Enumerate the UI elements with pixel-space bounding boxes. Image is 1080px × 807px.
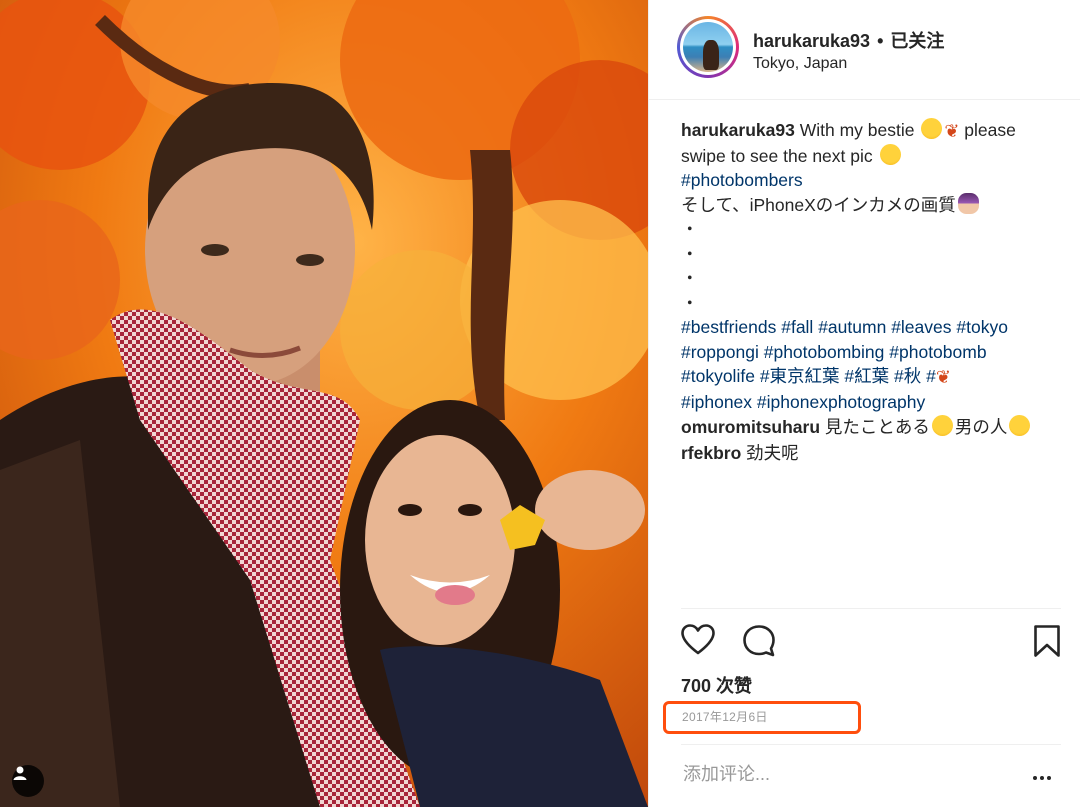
hashtag-link[interactable]: #tokyolife	[681, 366, 755, 386]
comment-text: 男の人	[954, 417, 1008, 437]
post-details-panel: harukaruka93 • 已关注 Tokyo, Japan harukaru…	[648, 0, 1080, 807]
caption-line-2: swipe to see the next pic	[681, 143, 1071, 169]
caption-line-3: #photobombers	[681, 168, 1071, 193]
comment-item: omuromitsuharu 見たことある 男の人	[681, 415, 1071, 440]
hashtags-line-2: #roppongi #photobombing #photobomb	[681, 340, 1071, 365]
hashtag-link[interactable]: #東京紅葉	[760, 366, 840, 386]
star-struck-emoji-icon	[921, 118, 943, 139]
separator-dot: •	[877, 31, 884, 51]
rofl-emoji-icon	[931, 415, 953, 436]
hashtag-link[interactable]: #iphonexphotography	[757, 392, 925, 412]
hashtags-line-4: #iphonex #iphonexphotography	[681, 390, 1071, 415]
header-user-line: harukaruka93 • 已关注	[753, 27, 944, 53]
bookmark-icon[interactable]	[1033, 624, 1061, 663]
comments-list: harukaruka93 With my bestie ❦ please swi…	[681, 118, 1071, 465]
caption-text-4: そして、iPhoneXのインカメの画質	[681, 194, 956, 215]
caption-username[interactable]: harukaruka93	[681, 120, 795, 140]
hashtag-link[interactable]: #bestfriends	[681, 317, 776, 337]
caption-dot: ・	[681, 219, 699, 239]
hashtag-link[interactable]: #紅葉	[844, 366, 889, 386]
hashtag-link[interactable]: #leaves	[891, 317, 951, 337]
comment-text: 劲夫呢	[746, 442, 799, 463]
action-bar	[681, 624, 1061, 660]
caption-line-1: harukaruka93 With my bestie ❦ please	[681, 118, 1071, 144]
hashtags-line-3: #tokyolife #東京紅葉 #紅葉 #秋 #❦	[681, 364, 1071, 390]
hashtag-link[interactable]: #秋	[894, 366, 921, 386]
photo-illustration	[0, 0, 648, 807]
caption-dot: ・	[681, 243, 699, 264]
caption-line-4: そして、iPhoneXのインカメの画質	[681, 192, 1071, 218]
comment-username[interactable]: rfekbro	[681, 443, 741, 463]
maple-leaf-icon: ❦	[935, 367, 951, 387]
heart-icon[interactable]	[681, 624, 715, 661]
avatar[interactable]	[677, 16, 739, 78]
comment-item: rfekbro 劲夫呢	[681, 441, 1071, 466]
hashtag-link[interactable]: #photobomb	[889, 342, 986, 362]
maple-leaf-icon: ❦	[944, 121, 960, 141]
rofl-emoji-icon	[879, 143, 901, 165]
header-username[interactable]: harukaruka93	[753, 31, 870, 51]
divider	[681, 608, 1061, 609]
comment-bubble-icon[interactable]	[742, 624, 776, 663]
hashtags-line-1: #bestfriends #fall #autumn #leaves #toky…	[681, 315, 1071, 340]
hashtag-link[interactable]: #photobombing	[764, 342, 885, 362]
comment-username[interactable]: omuromitsuharu	[681, 417, 820, 437]
hashtag-link[interactable]: #tokyo	[956, 317, 1008, 337]
caption-dot: ・	[681, 292, 699, 313]
comment-text: 見たことある	[824, 417, 930, 437]
follow-status-button[interactable]: 已关注	[890, 31, 944, 51]
hashtag-link[interactable]: #	[926, 366, 936, 386]
smile-emoji-icon	[1009, 415, 1031, 436]
hashtag-link[interactable]: #iphonex	[681, 392, 752, 412]
hashtag-link[interactable]: #roppongi	[681, 342, 759, 362]
tagged-people-icon[interactable]	[12, 765, 44, 797]
caption-text: With my bestie	[799, 120, 915, 140]
hashtag-link[interactable]: #fall	[781, 317, 813, 337]
post-photo[interactable]	[0, 0, 648, 807]
hashtag-link[interactable]: #autumn	[818, 317, 886, 337]
add-comment-input[interactable]: 添加评论...	[683, 760, 770, 786]
caption-text-2: swipe to see the next pic	[681, 145, 873, 166]
hashtag-link[interactable]: #photobombers	[681, 170, 803, 190]
likes-count[interactable]: 700 次赞	[681, 672, 752, 698]
location-link[interactable]: Tokyo, Japan	[753, 55, 847, 73]
caption-text-tail: please	[964, 120, 1016, 140]
ellipsis-icon[interactable]	[1033, 770, 1054, 780]
post-date: 2017年12月6日	[682, 710, 768, 724]
divider	[681, 744, 1061, 745]
person-emoji-icon	[957, 192, 979, 214]
post-header: harukaruka93 • 已关注 Tokyo, Japan	[649, 0, 1080, 100]
caption-dot: ・	[681, 268, 699, 288]
